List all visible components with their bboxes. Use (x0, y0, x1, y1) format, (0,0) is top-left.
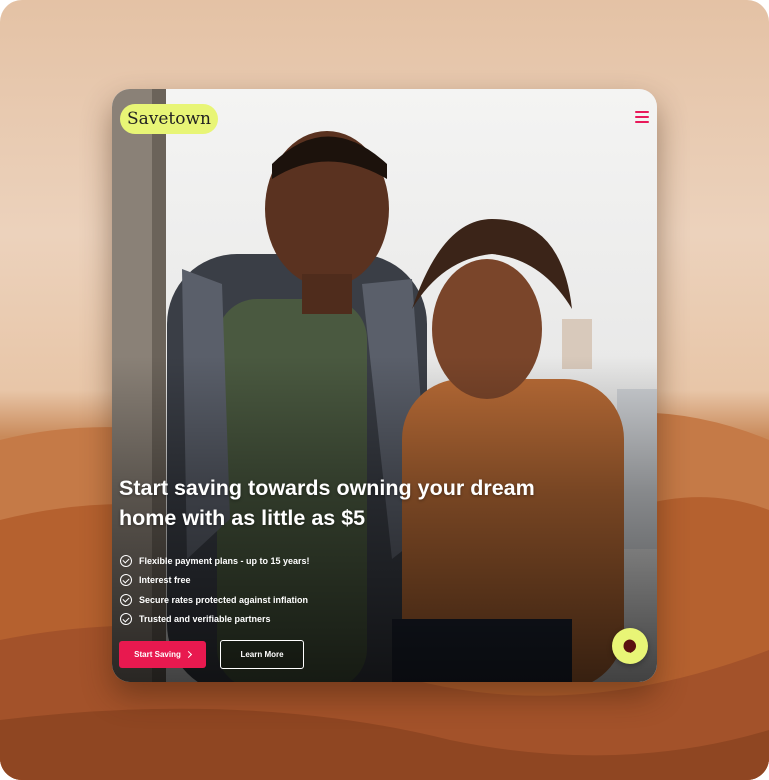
feature-item: Flexible payment plans - up to 15 years! (120, 551, 310, 571)
feature-text: Trusted and verifiable partners (139, 614, 271, 625)
hero-headline: Start saving towards owning your dream h… (119, 476, 535, 530)
savetown-logo[interactable]: Savetown (120, 104, 218, 134)
logo-text: Savetown (126, 109, 211, 129)
feature-text: Flexible payment plans - up to 15 years! (139, 555, 310, 566)
chat-icon-glyph (623, 639, 637, 653)
start-saving-button[interactable]: Start Saving (119, 641, 206, 668)
check-circle-icon (120, 613, 132, 626)
feature-text: Secure rates protected against inflation (139, 594, 309, 605)
feature-item: Interest free (120, 571, 310, 591)
chevron-right-icon (184, 650, 192, 659)
check-circle-icon (120, 574, 132, 587)
start-saving-label: Start Saving (134, 650, 181, 659)
check-circle-icon (120, 593, 132, 606)
feature-item: Secure rates protected against inflation (120, 590, 310, 610)
hamburger-menu-icon[interactable] (635, 111, 649, 123)
learn-more-button[interactable]: Learn More (220, 640, 304, 669)
feature-item: Trusted and verifiable partners (120, 610, 310, 630)
check-circle-icon (120, 554, 132, 567)
feature-text: Interest free (139, 575, 191, 586)
chat-bubble-icon[interactable] (612, 628, 648, 664)
website-preview: Savetown Start saving towards owning you… (112, 89, 657, 682)
feature-list: Flexible payment plans - up to 15 years!… (120, 551, 310, 629)
